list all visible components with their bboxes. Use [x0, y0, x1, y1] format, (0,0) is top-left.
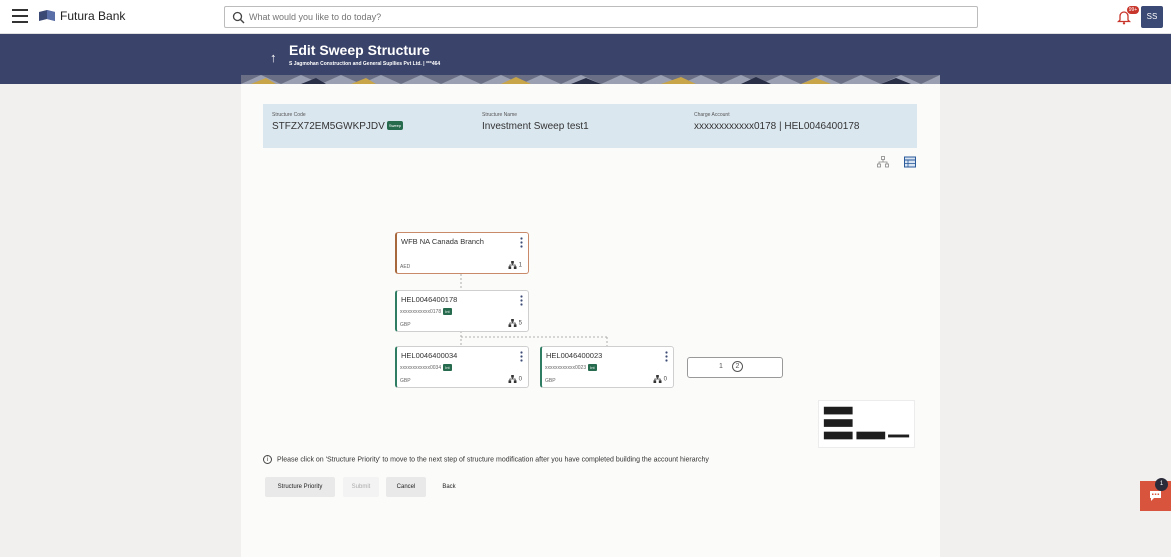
account-number: xxxxxxxxxxxx0178: [400, 309, 442, 315]
tree-minimap[interactable]: [818, 400, 915, 448]
tree-view-icon[interactable]: [877, 156, 889, 168]
node-name: HEL0046400178: [401, 295, 458, 304]
avatar[interactable]: SS: [1141, 6, 1163, 28]
menu-icon[interactable]: [12, 9, 28, 23]
charge-account-value: xxxxxxxxxxxx0178 | HEL0046400178: [694, 121, 860, 132]
node-currency: GBP: [400, 322, 411, 328]
int-badge: Int: [443, 308, 452, 315]
top-bar: Futura Bank 99+ SS: [0, 0, 1171, 34]
tree-node-level2[interactable]: HEL0046400023 xxxxxxxxxxxx0023 Int GBP 0: [540, 346, 674, 388]
chat-badge: 1: [1155, 478, 1168, 491]
node-children-count: 1: [508, 261, 522, 269]
main-card: Structure Code STFZX72EM5GWKPJDV Sweep St…: [241, 84, 940, 557]
cancel-button[interactable]: Cancel: [386, 477, 426, 497]
page-title: Edit Sweep Structure: [289, 42, 430, 58]
int-badge: Int: [443, 364, 452, 371]
notification-badge: 99+: [1127, 6, 1139, 14]
chat-icon: [1150, 491, 1161, 501]
hierarchy-icon: [508, 261, 517, 269]
node-account: xxxxxxxxxxxx0178 Int: [400, 308, 452, 315]
search-box[interactable]: [224, 6, 978, 28]
page-2-link[interactable]: 2: [732, 361, 743, 372]
structure-priority-button[interactable]: Structure Priority: [265, 477, 335, 497]
hierarchy-icon: [508, 319, 517, 327]
search-input[interactable]: [249, 9, 949, 25]
hierarchy-icon: [508, 375, 517, 383]
node-children-count: 5: [508, 319, 522, 327]
charge-account-label: Charge Account: [694, 112, 730, 118]
structure-name-value: Investment Sweep test1: [482, 121, 589, 132]
structure-code-text: STFZX72EM5GWKPJDV: [272, 121, 385, 132]
table-view-icon[interactable]: [904, 156, 916, 168]
structure-code-value: STFZX72EM5GWKPJDV Sweep: [272, 120, 404, 132]
tree-node-level1[interactable]: HEL0046400178 xxxxxxxxxxxx0178 Int GBP 5: [395, 290, 529, 332]
node-children-count: 0: [653, 375, 667, 383]
node-name: HEL0046400034: [401, 351, 458, 360]
header-pattern: [241, 75, 940, 84]
node-currency: GBP: [400, 378, 411, 384]
structure-info-panel: Structure Code STFZX72EM5GWKPJDV Sweep St…: [263, 104, 917, 148]
node-children-count: 0: [508, 375, 522, 383]
children-count: 0: [663, 376, 667, 383]
hierarchy-icon: [653, 375, 662, 383]
account-number: xxxxxxxxxxxx0023: [545, 365, 587, 371]
tree-node-root[interactable]: WFB NA Canada Branch AED 1: [395, 232, 529, 274]
kebab-menu-icon[interactable]: [520, 351, 523, 362]
node-currency: AED: [400, 264, 411, 270]
search-icon: [232, 11, 245, 24]
page-1-link[interactable]: 1: [719, 363, 723, 370]
int-badge: Int: [588, 364, 597, 371]
node-account: xxxxxxxxxxxx0023 Int: [545, 364, 597, 371]
node-currency: GBP: [545, 378, 556, 384]
kebab-menu-icon[interactable]: [520, 295, 523, 306]
back-button[interactable]: Back: [437, 477, 461, 497]
bank-logo-icon: [39, 10, 55, 21]
note-text: Please click on 'Structure Priority' to …: [277, 456, 709, 464]
node-account: xxxxxxxxxxxx0034 Int: [400, 364, 452, 371]
submit-button[interactable]: Submit: [343, 477, 379, 497]
brand-name: Futura Bank: [60, 9, 126, 23]
kebab-menu-icon[interactable]: [665, 351, 668, 362]
children-count: 0: [518, 376, 522, 383]
page-subtitle: S Jagmohan Construction and General Supl…: [289, 61, 441, 67]
children-count: 5: [518, 320, 522, 327]
node-pagination: 1 2: [687, 357, 783, 378]
tree-node-level2[interactable]: HEL0046400034 xxxxxxxxxxxx0034 Int GBP 0: [395, 346, 529, 388]
sweep-badge: Sweep: [386, 120, 404, 130]
info-icon: i: [263, 455, 272, 464]
kebab-menu-icon[interactable]: [520, 237, 523, 248]
back-arrow-icon[interactable]: ↑: [270, 50, 277, 65]
node-name: WFB NA Canada Branch: [401, 237, 484, 246]
children-count: 1: [518, 262, 522, 269]
instruction-note: i Please click on 'Structure Priority' to…: [263, 455, 709, 464]
structure-code-label: Structure Code: [272, 112, 306, 118]
account-number: xxxxxxxxxxxx0034: [400, 365, 442, 371]
node-name: HEL0046400023: [546, 351, 603, 360]
structure-name-label: Structure Name: [482, 112, 518, 118]
